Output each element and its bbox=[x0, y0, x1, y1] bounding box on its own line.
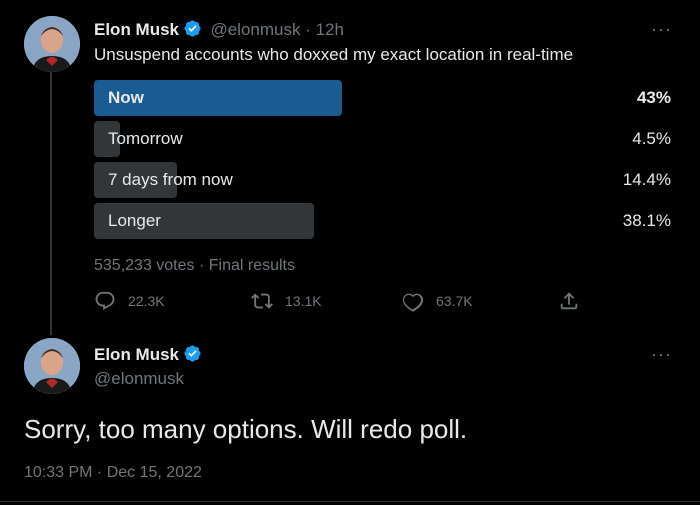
like-count: 63.7K bbox=[436, 293, 473, 309]
tweet-timestamp[interactable]: 10:33 PM · Dec 15, 2022 bbox=[24, 464, 202, 482]
poll-option-percent: 4.5% bbox=[632, 129, 671, 148]
avatar[interactable] bbox=[24, 338, 80, 394]
retweet-count: 13.1K bbox=[285, 293, 322, 309]
poll-option-percent: 14.4% bbox=[622, 170, 671, 189]
poll-option-label: Now bbox=[108, 88, 144, 107]
author-handle[interactable]: @elonmusk bbox=[94, 369, 184, 389]
more-options-button[interactable]: ··· bbox=[651, 345, 672, 363]
thread-line bbox=[50, 72, 52, 335]
tweet-time[interactable]: · 12h bbox=[300, 20, 344, 39]
poll-option-label: Longer bbox=[108, 211, 161, 230]
divider bbox=[0, 501, 700, 502]
like-button[interactable]: 63.7K bbox=[402, 290, 473, 312]
tweet-text: Sorry, too many options. Will redo poll. bbox=[24, 414, 468, 444]
poll-summary: 535,233 votes · Final results bbox=[94, 257, 295, 274]
reply-button[interactable]: 22.3K bbox=[94, 290, 165, 312]
poll-option-label: 7 days from now bbox=[108, 170, 233, 189]
poll-option-percent: 43% bbox=[636, 88, 671, 107]
tweet-header: Elon Musk bbox=[94, 344, 202, 365]
share-button[interactable] bbox=[558, 290, 592, 312]
tweet-header: Elon Musk @elonmusk · 12h bbox=[94, 19, 344, 40]
tweet-text: Unsuspend accounts who doxxed my exact l… bbox=[94, 45, 574, 64]
retweet-icon bbox=[251, 293, 273, 309]
verified-badge-icon bbox=[184, 20, 201, 37]
share-icon bbox=[560, 292, 578, 310]
more-options-button[interactable]: ··· bbox=[651, 20, 672, 38]
author-handle[interactable]: @elonmusk bbox=[210, 20, 300, 39]
reply-count: 22.3K bbox=[128, 293, 165, 309]
heart-icon bbox=[402, 293, 424, 312]
verified-badge-icon bbox=[184, 345, 201, 362]
poll-option-percent: 38.1% bbox=[622, 211, 671, 230]
avatar[interactable] bbox=[24, 16, 80, 72]
reply-icon bbox=[95, 291, 115, 310]
poll-option-label: Tomorrow bbox=[108, 129, 183, 148]
author-name[interactable]: Elon Musk bbox=[94, 345, 179, 364]
author-name[interactable]: Elon Musk bbox=[94, 20, 179, 39]
retweet-button[interactable]: 13.1K bbox=[251, 290, 322, 312]
